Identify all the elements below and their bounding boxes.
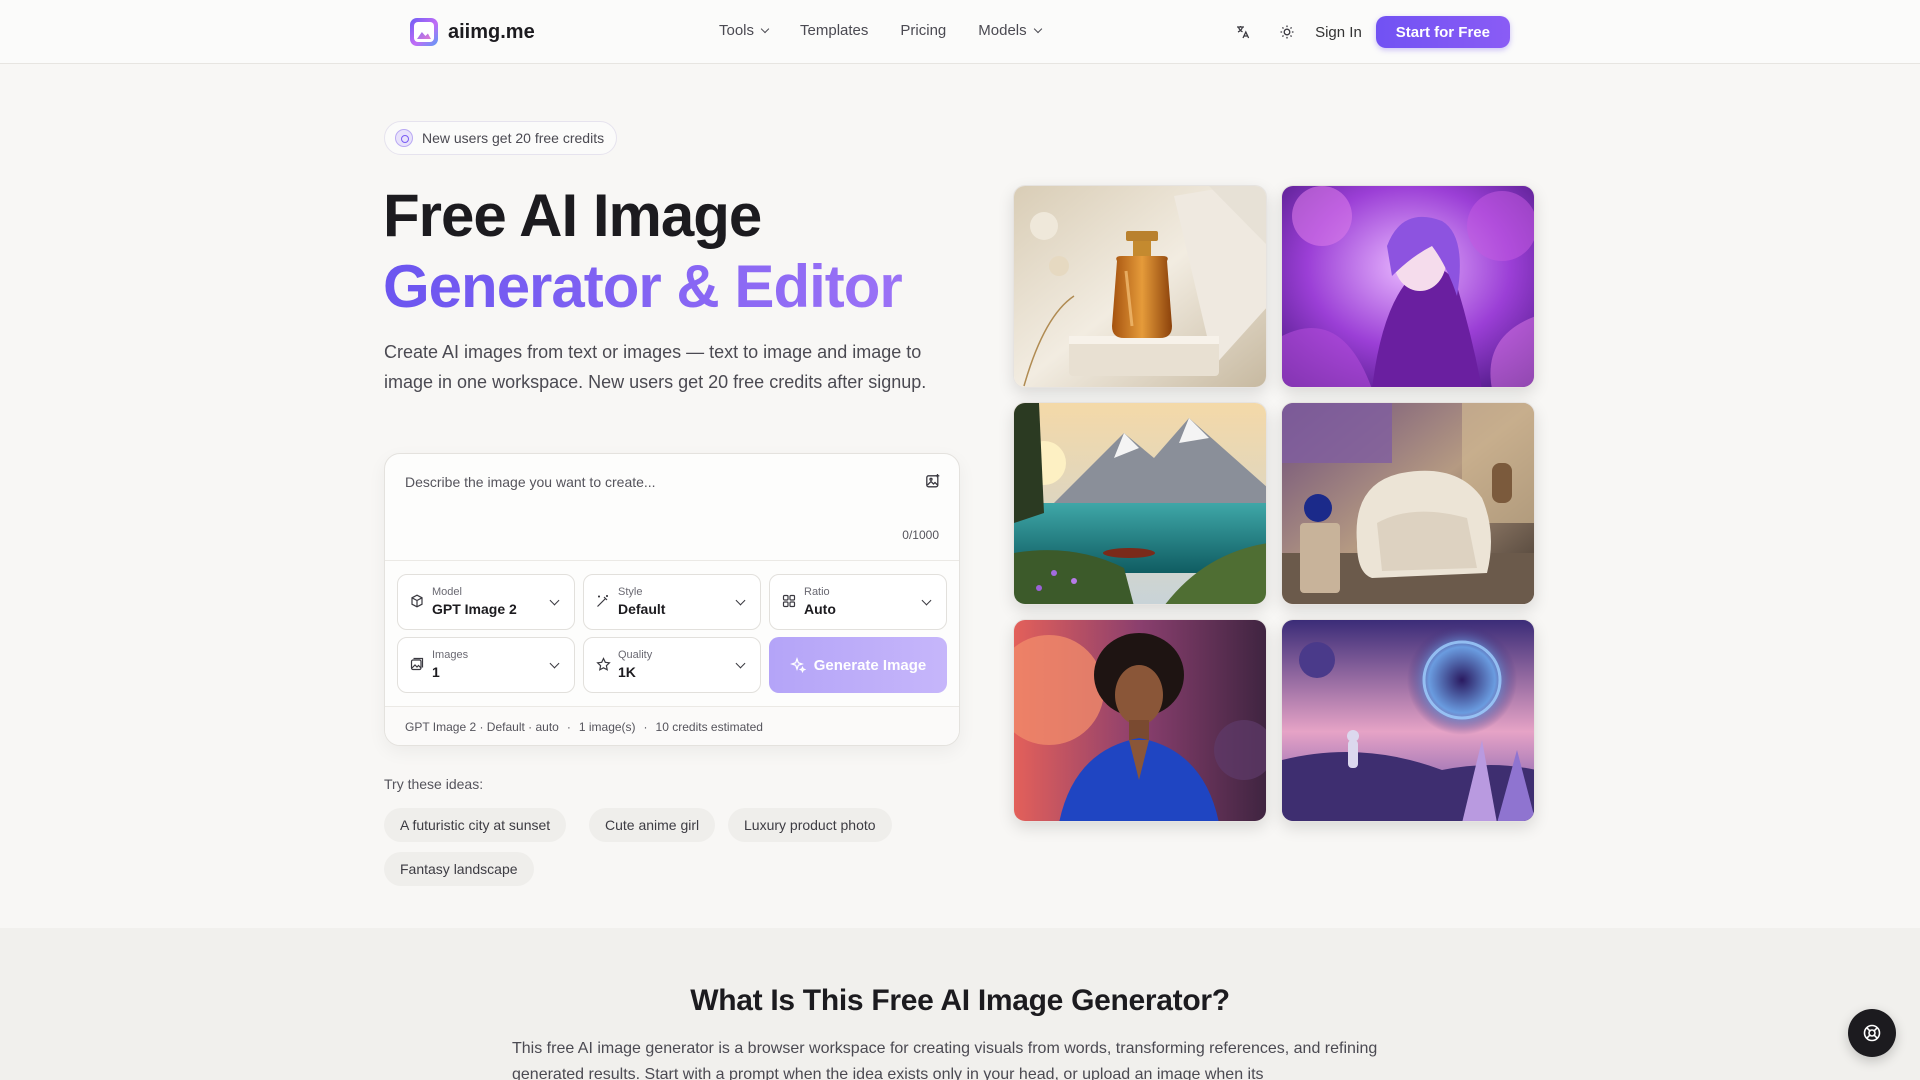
nav-models-label: Models — [978, 22, 1027, 39]
generate-image-button[interactable]: Generate Image — [769, 637, 947, 693]
model-label: Model — [432, 586, 462, 598]
sign-in-link[interactable]: Sign In — [1315, 24, 1362, 41]
about-text: This free AI image generator is a browse… — [512, 1040, 1378, 1080]
ratio-label: Ratio — [804, 586, 830, 598]
cube-icon — [411, 594, 423, 608]
upload-image-button[interactable] — [925, 473, 941, 494]
chevron-down-icon — [735, 658, 746, 669]
logo-icon — [410, 18, 438, 46]
language-button[interactable] — [1227, 16, 1259, 48]
char-counter: 0/1000 — [902, 528, 939, 542]
hero-title-line1: Free AI Image — [383, 182, 762, 249]
model-value: GPT Image 2 — [432, 601, 517, 617]
images-label: Images — [432, 649, 469, 661]
nav-tools[interactable]: Tools — [719, 22, 770, 39]
ideas-title: Try these ideas: — [384, 776, 484, 792]
style-value: Default — [618, 601, 666, 617]
grid-icon — [782, 594, 796, 608]
generate-label: Generate Image — [813, 656, 927, 674]
chevron-down-icon — [549, 658, 560, 669]
image-upload-icon — [926, 474, 940, 488]
site-header: aiimg.me Tools Templates Pricing Models — [0, 0, 1920, 64]
idea-chip[interactable]: Cute anime girl — [589, 808, 716, 842]
idea-chip[interactable]: Fantasy landscape — [384, 852, 534, 886]
chevron-down-icon — [921, 595, 932, 606]
theme-toggle[interactable] — [1271, 16, 1303, 48]
ratio-value: Auto — [804, 601, 836, 617]
style-label: Style — [618, 586, 643, 598]
hero-description: Create AI images from text or images — t… — [384, 342, 927, 392]
nav-templates[interactable]: Templates — [800, 22, 868, 39]
mountain-lake-image — [1013, 402, 1267, 605]
chevron-down-icon — [760, 24, 770, 33]
chevron-down-icon — [549, 595, 560, 606]
divider — [385, 560, 959, 561]
start-free-button[interactable]: Start for Free — [1375, 16, 1510, 48]
summary-separator: · — [643, 720, 648, 734]
help-button[interactable] — [1848, 1009, 1896, 1057]
sparkles-icon — [789, 657, 806, 673]
nav-pricing-label: Pricing — [900, 22, 947, 39]
hero-title-line2: Generator & Editor — [383, 251, 903, 323]
images-value: 1 — [432, 664, 440, 680]
about-title: What Is This Free AI Image Generator? — [690, 984, 1230, 1017]
chevron-down-icon — [1033, 24, 1042, 33]
nav-pricing[interactable]: Pricing — [900, 22, 946, 39]
model-select[interactable]: Model GPT Image 2 — [397, 574, 575, 630]
chevron-down-icon — [735, 595, 746, 606]
main-nav: Tools Templates Pricing Models — [719, 22, 1073, 39]
perfume-bottle-image — [1013, 185, 1267, 388]
space-astronaut-image — [1281, 619, 1535, 822]
lifebuoy-icon — [1863, 1024, 1881, 1042]
logo-text: aiimg.me — [448, 20, 535, 43]
sun-icon — [1280, 25, 1294, 39]
generator-card: Describe the image you want to create...… — [384, 453, 960, 746]
quality-label: Quality — [618, 649, 653, 661]
free-credits-badge: New users get 20 free credits — [384, 121, 618, 155]
ratio-select[interactable]: Ratio Auto — [769, 574, 947, 630]
summary-count: 1 image(s) — [578, 720, 636, 734]
idea-chip[interactable]: A futuristic city at sunset — [384, 808, 567, 842]
summary-credits: 10 credits estimated — [655, 720, 763, 734]
badge-text: New users get 20 free credits — [422, 130, 605, 146]
images-select[interactable]: Images 1 — [397, 637, 575, 693]
translate-icon — [1237, 26, 1250, 39]
generation-summary: GPT Image 2 · Default · auto · 1 image(s… — [385, 706, 959, 745]
prompt-input[interactable]: Describe the image you want to create... — [405, 474, 656, 490]
header-actions: Sign In Start for Free — [1227, 16, 1510, 48]
summary-separator: · — [566, 720, 571, 734]
nav-models[interactable]: Models — [978, 22, 1042, 39]
armchair-interior-image — [1281, 402, 1535, 605]
summary-settings: GPT Image 2 · Default · auto — [405, 720, 559, 734]
star-icon — [596, 657, 611, 671]
logo[interactable]: aiimg.me — [410, 18, 535, 46]
portrait-woman-image — [1013, 619, 1267, 822]
credits-icon — [395, 129, 413, 147]
images-icon — [410, 657, 424, 671]
quality-value: 1K — [618, 664, 636, 680]
style-select[interactable]: Style Default — [583, 574, 761, 630]
nav-tools-label: Tools — [719, 22, 755, 39]
nav-templates-label: Templates — [800, 22, 869, 39]
anime-girl-image — [1281, 185, 1535, 388]
quality-select[interactable]: Quality 1K — [583, 637, 761, 693]
idea-chip[interactable]: Luxury product photo — [728, 808, 892, 842]
magic-wand-icon — [597, 595, 608, 607]
